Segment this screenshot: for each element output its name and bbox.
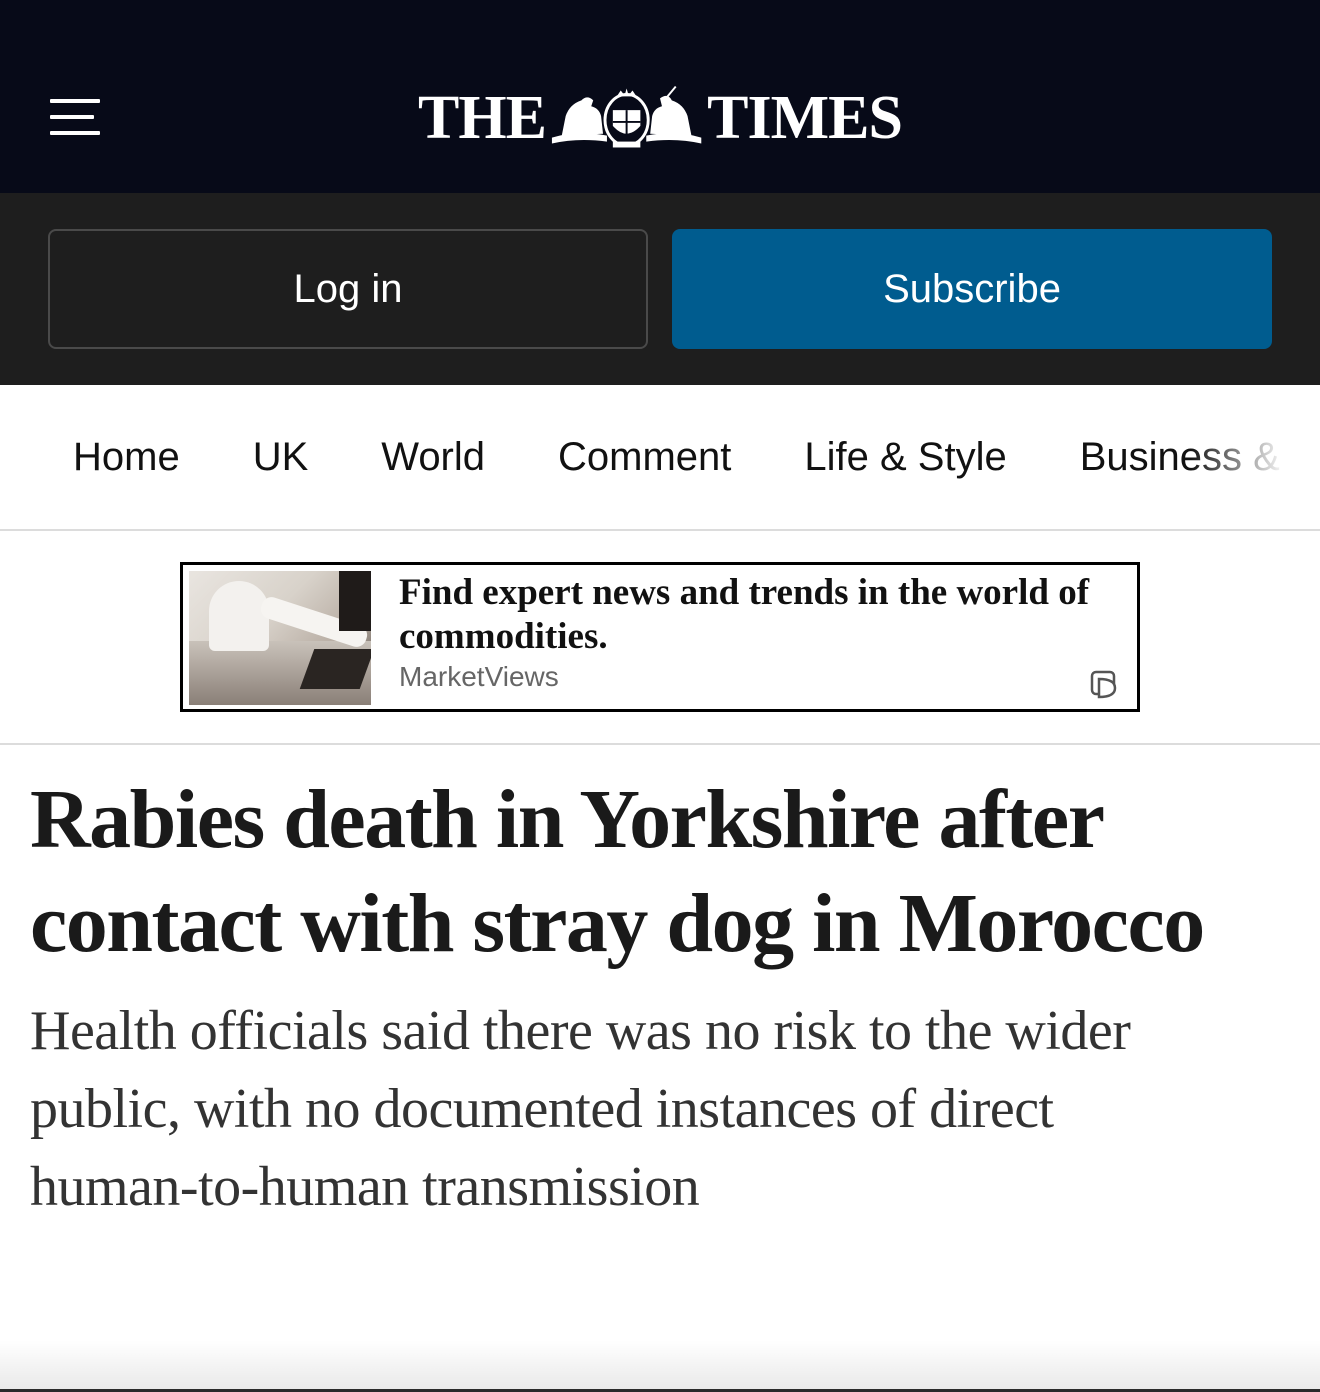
- nav-item-uk[interactable]: UK: [253, 435, 309, 480]
- nav-item-life-style[interactable]: Life & Style: [804, 435, 1006, 480]
- advert-source: MarketViews: [399, 661, 559, 692]
- royal-crest-icon: [551, 86, 702, 148]
- logo-word-the: THE: [418, 84, 547, 152]
- masthead: THE TIMES: [0, 0, 1320, 193]
- nav-item-world[interactable]: World: [381, 435, 485, 480]
- hamburger-menu-icon[interactable]: [50, 99, 100, 135]
- section-nav: Home UK World Comment Life & Style Busin…: [0, 385, 1320, 531]
- adchoices-icon[interactable]: [1089, 669, 1121, 699]
- ad-slot: Find expert news and trends in the world…: [0, 531, 1320, 745]
- nav-item-comment[interactable]: Comment: [558, 435, 731, 480]
- advert-banner[interactable]: Find expert news and trends in the world…: [180, 562, 1140, 712]
- article-headline: Rabies death in Yorkshire after contact …: [30, 773, 1205, 970]
- nav-items: Home UK World Comment Life & Style Busin…: [0, 385, 1280, 529]
- article-standfirst: Health officials said there was no risk …: [30, 1000, 1131, 1218]
- subscribe-button[interactable]: Subscribe: [672, 229, 1272, 349]
- nav-scroll-fade: [1190, 385, 1320, 529]
- auth-bar: Log in Subscribe: [0, 193, 1320, 385]
- nav-item-home[interactable]: Home: [73, 435, 180, 480]
- advert-image: [189, 571, 371, 705]
- times-logo[interactable]: THE TIMES: [418, 82, 903, 154]
- advert-title: Find expert news and trends in the world…: [399, 572, 1090, 657]
- login-button[interactable]: Log in: [48, 229, 648, 349]
- logo-word-times: TIMES: [707, 84, 903, 152]
- bottom-sheet-shadow: [0, 1340, 1320, 1392]
